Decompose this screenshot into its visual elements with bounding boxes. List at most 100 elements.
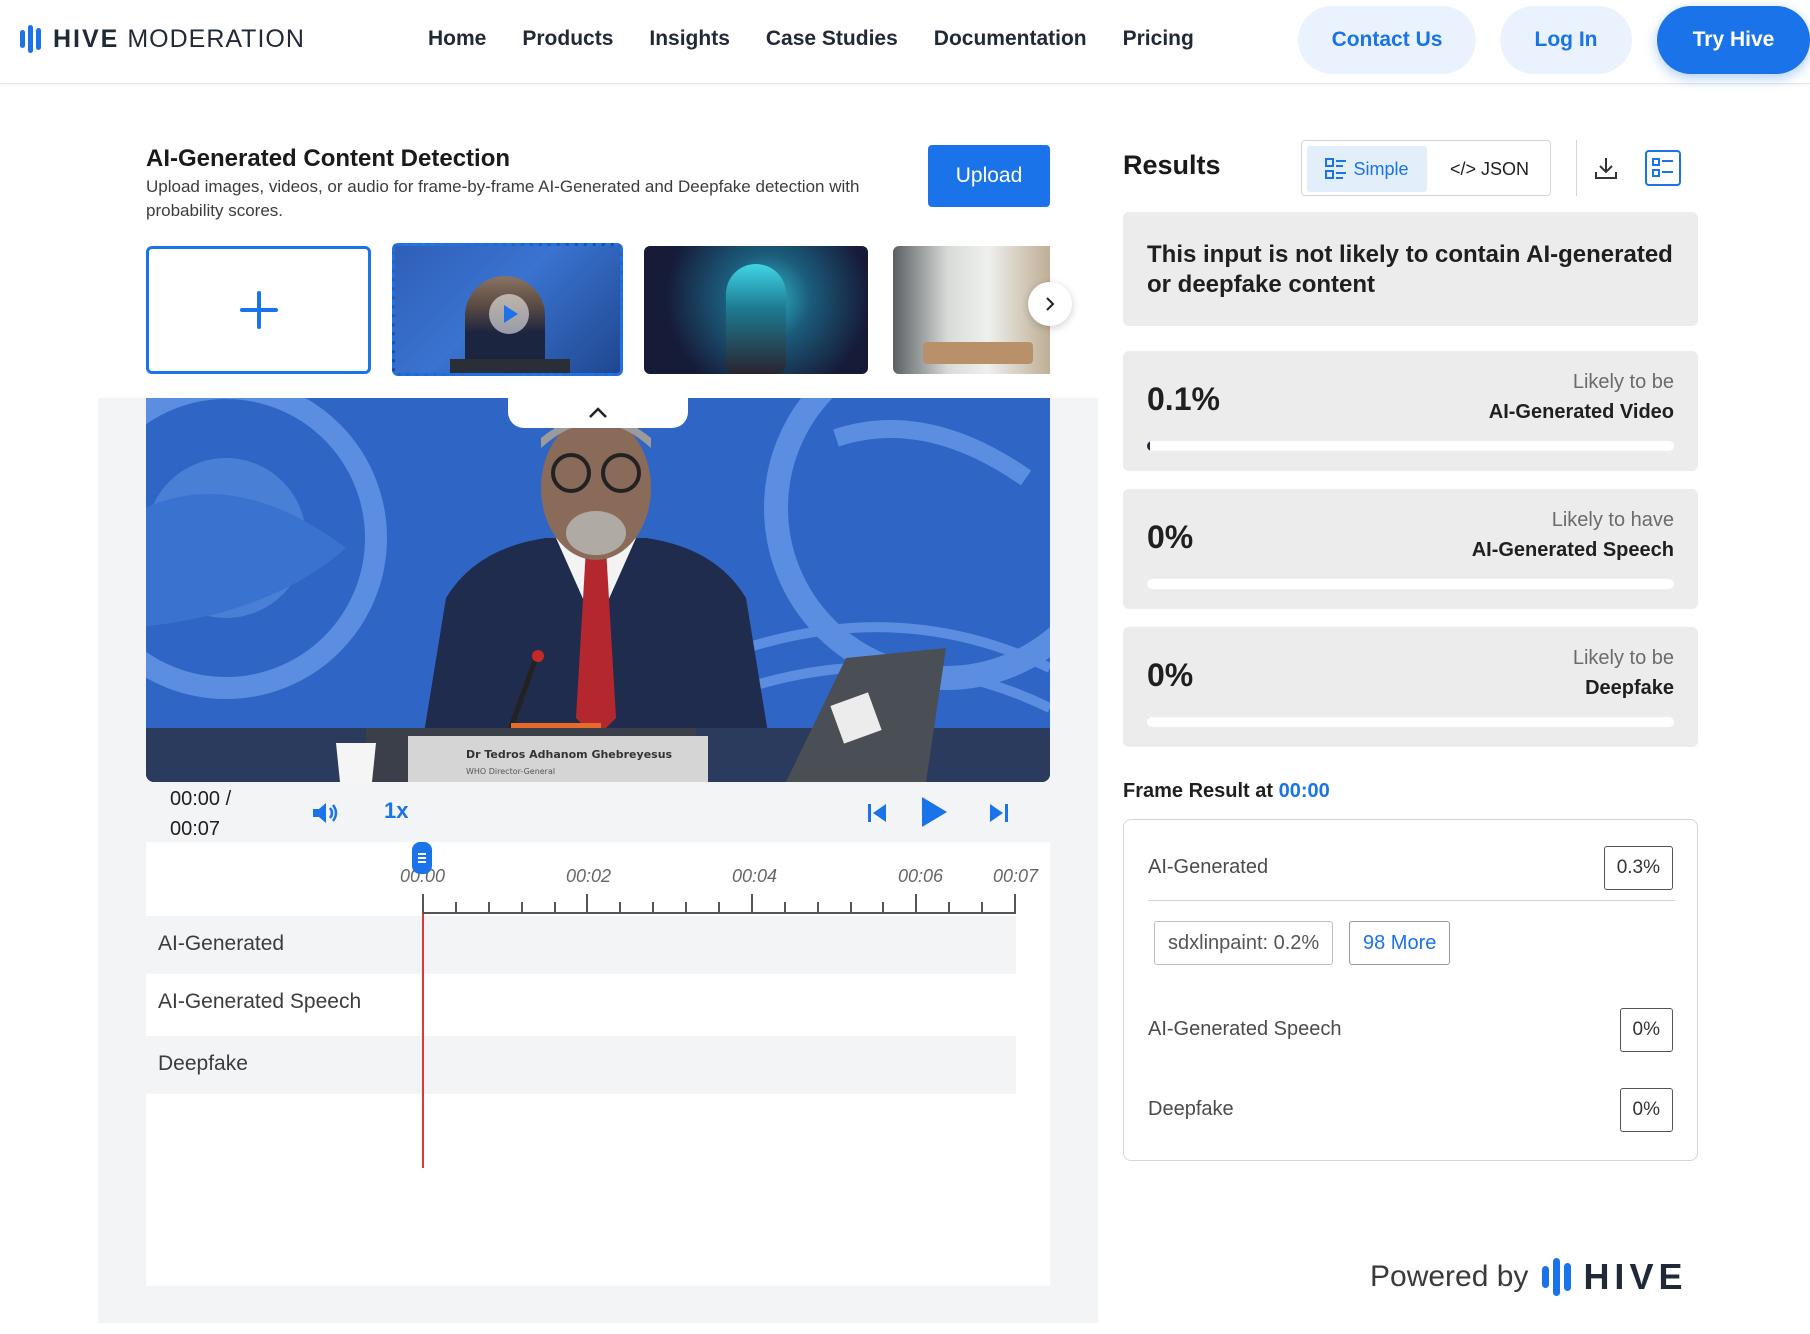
nav-insights[interactable]: Insights bbox=[649, 27, 730, 51]
score-percentage: 0% bbox=[1147, 657, 1194, 693]
track-ai-speech: AI-Generated Speech bbox=[146, 974, 1016, 1036]
logo-wordmark: HIVE MODERATION bbox=[53, 24, 305, 53]
detection-timeline: 00:00 00:02 00:04 00:06 00:07 AI-Generat… bbox=[146, 842, 1050, 1286]
nameplate-title: WHO Director-General bbox=[466, 767, 555, 776]
score-qualifier: Likely to be bbox=[1572, 371, 1674, 393]
detail-layout-icon bbox=[1645, 150, 1681, 186]
layout-toggle-button[interactable] bbox=[1643, 148, 1683, 188]
frame-row-value: 0% bbox=[1619, 1008, 1673, 1052]
hive-logo-icon bbox=[20, 24, 41, 54]
nav-links: Home Products Insights Case Studies Docu… bbox=[428, 27, 1230, 51]
results-title: Results bbox=[1123, 150, 1221, 180]
detector-title: AI-Generated Content Detection bbox=[146, 145, 511, 172]
thumbnail-desk bbox=[450, 359, 570, 373]
more-models-button[interactable]: 98 More bbox=[1349, 921, 1451, 965]
ruler-tick bbox=[1014, 894, 1016, 914]
collapse-thumbnails-button[interactable] bbox=[508, 398, 688, 428]
frame-result-timestamp: 00:00 bbox=[1278, 780, 1330, 802]
toolbar-divider bbox=[1576, 140, 1577, 196]
frame-result-heading: Frame Result at 00:00 bbox=[1123, 780, 1330, 803]
sample-thumbnail-interior[interactable] bbox=[893, 246, 1050, 374]
play-icon bbox=[922, 797, 947, 827]
ruler-tick bbox=[750, 894, 753, 914]
playhead-line bbox=[422, 914, 424, 1168]
ruler-tick bbox=[586, 894, 589, 914]
frame-result-card: AI-Generated 0.3% sdxlinpaint: 0.2% 98 M… bbox=[1123, 819, 1698, 1161]
download-icon bbox=[1595, 158, 1617, 179]
track-deepfake: Deepfake bbox=[146, 1036, 1016, 1094]
carousel-next-button[interactable] bbox=[1028, 282, 1072, 326]
list-layout-icon bbox=[1325, 158, 1347, 179]
json-view-button[interactable]: </> JSON bbox=[1432, 146, 1547, 192]
sample-thumbnail-video[interactable] bbox=[392, 243, 623, 376]
skip-forward-button[interactable] bbox=[984, 798, 1014, 828]
skip-back-button[interactable] bbox=[862, 798, 892, 828]
hive-logo-icon bbox=[1542, 1257, 1572, 1297]
track-label: Deepfake bbox=[158, 1052, 248, 1075]
view-toggle: Simple </> JSON bbox=[1301, 140, 1551, 196]
playback-speed-button[interactable]: 1x bbox=[384, 798, 408, 824]
track-label: AI-Generated Speech bbox=[158, 990, 362, 1013]
score-category: AI-Generated Speech bbox=[1471, 539, 1674, 561]
tick-label: 00:07 bbox=[993, 866, 1039, 886]
play-icon bbox=[489, 294, 529, 334]
score-bar bbox=[1147, 579, 1674, 589]
nav-documentation[interactable]: Documentation bbox=[934, 27, 1087, 51]
track-ai-generated: AI-Generated bbox=[146, 916, 1016, 974]
player-controls: 00:00 / 00:07 1x bbox=[146, 782, 1050, 842]
model-chip: sdxlinpaint: 0.2% bbox=[1154, 921, 1334, 965]
results-summary: This input is not likely to contain AI-g… bbox=[1123, 212, 1698, 326]
playhead-handle[interactable] bbox=[412, 842, 432, 874]
tick-label: 00:02 bbox=[566, 866, 612, 886]
tick-label: 00:04 bbox=[732, 866, 778, 886]
add-media-tile[interactable] bbox=[146, 246, 371, 374]
score-qualifier: Likely to be bbox=[1572, 647, 1674, 669]
video-frame: Dr Tedros Adhanom Ghebreyesus WHO Direct… bbox=[146, 398, 1050, 782]
hive-wordmark: HIVE bbox=[1583, 1256, 1688, 1297]
score-bar-fill bbox=[1147, 441, 1150, 451]
nav-products[interactable]: Products bbox=[522, 27, 613, 51]
detector-subtitle: Upload images, videos, or audio for fram… bbox=[146, 177, 860, 220]
play-button[interactable] bbox=[916, 792, 952, 832]
score-card-ai-video: 0.1% Likely to be AI-Generated Video bbox=[1123, 351, 1698, 471]
try-hive-button[interactable]: Try Hive bbox=[1657, 6, 1810, 74]
thumbnail-sofa bbox=[923, 342, 1033, 364]
download-button[interactable] bbox=[1586, 148, 1626, 188]
simple-label: Simple bbox=[1353, 158, 1409, 179]
nameplate-name: Dr Tedros Adhanom Ghebreyesus bbox=[466, 748, 673, 761]
score-percentage: 0.1% bbox=[1147, 381, 1220, 417]
volume-button[interactable] bbox=[310, 798, 340, 828]
tick-label: 00:06 bbox=[898, 866, 944, 886]
powered-by-label: Powered by bbox=[1370, 1260, 1529, 1293]
score-card-ai-speech: 0% Likely to have AI-Generated Speech bbox=[1123, 489, 1698, 609]
nav-case-studies[interactable]: Case Studies bbox=[766, 27, 898, 51]
frame-row-label: Deepfake bbox=[1148, 1098, 1234, 1120]
sample-thumbnail-portrait[interactable] bbox=[644, 246, 868, 374]
score-card-deepfake: 0% Likely to be Deepfake bbox=[1123, 627, 1698, 747]
summary-prefix: This input is bbox=[1147, 241, 1295, 268]
ruler-tick bbox=[915, 894, 918, 914]
nav-pricing[interactable]: Pricing bbox=[1123, 27, 1194, 51]
score-percentage: 0% bbox=[1147, 519, 1194, 555]
top-navigation: HIVE MODERATION Home Products Insights C… bbox=[0, 0, 1810, 84]
powered-by-hive[interactable]: Powered by HIVE bbox=[1370, 1256, 1687, 1298]
score-qualifier: Likely to have bbox=[1551, 509, 1674, 531]
hive-moderation-logo[interactable]: HIVE MODERATION bbox=[20, 24, 305, 54]
score-category: AI-Generated Video bbox=[1488, 401, 1674, 423]
time-current: 00:00 / bbox=[170, 788, 232, 810]
upload-button[interactable]: Upload bbox=[928, 145, 1050, 207]
video-preview[interactable]: Dr Tedros Adhanom Ghebreyesus WHO Direct… bbox=[146, 398, 1050, 782]
frame-row-label: AI-Generated bbox=[1148, 856, 1269, 878]
chevron-right-icon bbox=[1046, 297, 1055, 311]
frame-row-label: AI-Generated Speech bbox=[1148, 1018, 1342, 1040]
skip-previous-icon bbox=[868, 804, 886, 822]
log-in-button[interactable]: Log In bbox=[1500, 6, 1632, 74]
ruler-tick bbox=[422, 894, 424, 914]
volume-icon bbox=[313, 803, 338, 823]
simple-view-button[interactable]: Simple bbox=[1307, 146, 1427, 192]
contact-us-button[interactable]: Contact Us bbox=[1298, 6, 1476, 74]
frame-divider bbox=[1148, 900, 1675, 901]
frame-row-value: 0.3% bbox=[1603, 846, 1673, 890]
nav-home[interactable]: Home bbox=[428, 27, 486, 51]
time-total: 00:07 bbox=[170, 818, 221, 840]
